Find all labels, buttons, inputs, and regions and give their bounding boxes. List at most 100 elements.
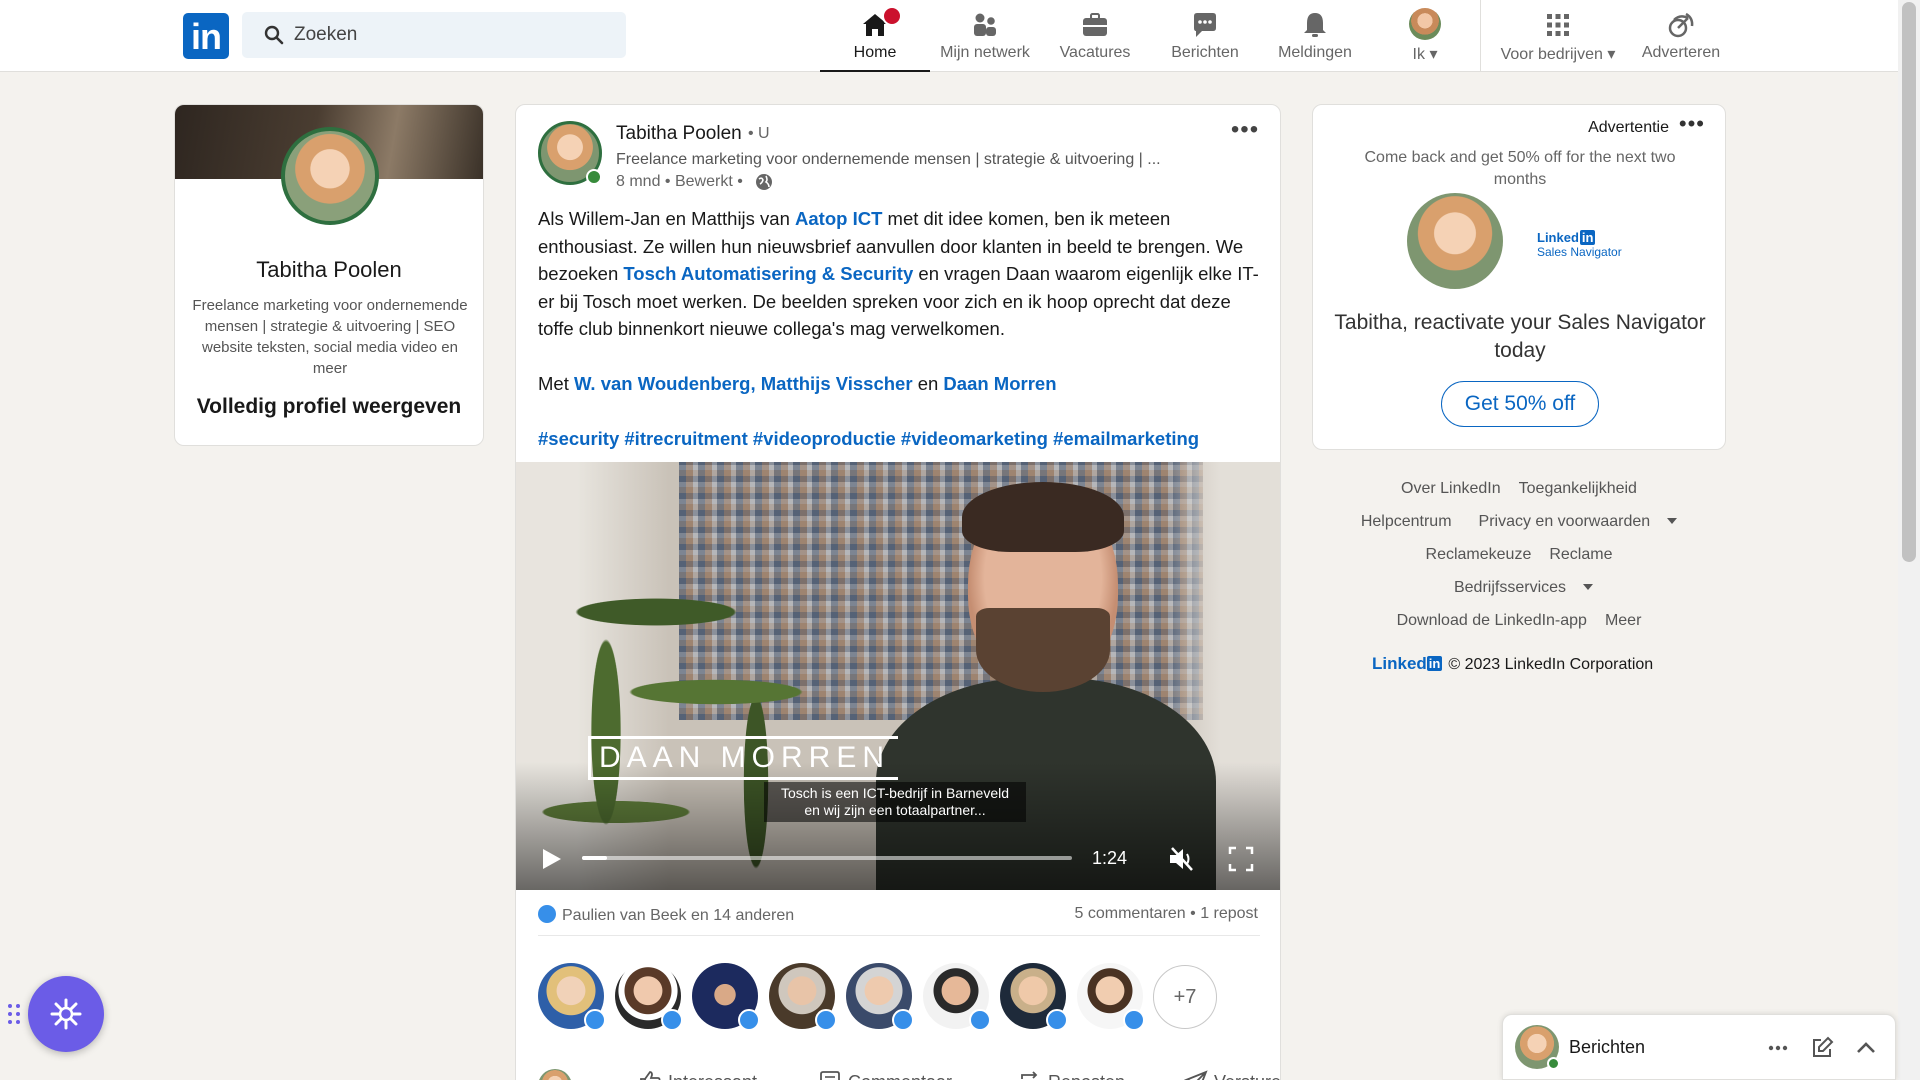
avatar	[1409, 8, 1441, 40]
nav-for-business[interactable]: Voor bedrijven ▾	[1490, 0, 1626, 72]
like-badge-icon	[815, 1009, 837, 1031]
liker-avatar[interactable]	[538, 963, 606, 1031]
chevron-down-icon: ▾	[1607, 46, 1616, 63]
repost-icon	[1021, 1071, 1038, 1079]
globe-icon	[756, 174, 772, 190]
video-seek-bar[interactable]	[582, 856, 1072, 860]
footer-link[interactable]: Over LinkedIn	[1401, 480, 1501, 497]
footer-row: Bedrijfsservices	[1312, 571, 1726, 604]
footer-link[interactable]: Download de LinkedIn-app	[1397, 612, 1587, 629]
more-likers-button[interactable]: +7	[1153, 965, 1217, 1029]
nav-me-label: Ik ▾	[1412, 46, 1438, 63]
send-button-label: Versturen	[1214, 1072, 1280, 1080]
messaging-panel-title[interactable]: Berichten	[1569, 1037, 1645, 1058]
footer-link-dropdown[interactable]: Bedrijfsservices	[1445, 579, 1594, 596]
mention-tosch[interactable]: Tosch Automatisering & Security	[623, 263, 913, 284]
video-subtitle-line: en wij zijn een totaalpartner...	[804, 802, 986, 818]
view-full-profile-link[interactable]: Volledig profiel weergeven	[175, 395, 483, 419]
mention-aatop-ict[interactable]: Aatop ICT	[795, 208, 882, 229]
search-input[interactable]	[294, 12, 614, 58]
ad-title: Tabitha, reactivate your Sales Navigator…	[1334, 311, 1706, 362]
assistant-button[interactable]	[28, 976, 104, 1052]
liker-avatar[interactable]	[846, 963, 914, 1031]
send-button[interactable]: Versturen	[1184, 1069, 1280, 1080]
nav-messaging[interactable]: Berichten	[1150, 0, 1260, 72]
scrollbar-thumb[interactable]	[1902, 2, 1916, 562]
profile-name[interactable]: Tabitha Poolen	[175, 257, 483, 283]
search-icon	[264, 25, 284, 45]
sales-navigator-logo: Linked in Sales Navigator	[1537, 230, 1622, 259]
footer-row: Download de LinkedIn-app Meer	[1312, 604, 1726, 637]
footer-row: Reclamekeuze Reclame	[1312, 538, 1726, 571]
post-video-player[interactable]: DAAN MORREN Tosch is een ICT-bedrijf in …	[516, 462, 1280, 890]
search-box[interactable]	[242, 12, 626, 58]
like-button-label: Interessant	[668, 1072, 757, 1080]
liker-avatar[interactable]	[692, 963, 760, 1031]
footer-link[interactable]: Reclame	[1549, 546, 1612, 563]
nav-me[interactable]: Ik ▾	[1370, 0, 1480, 72]
mention-w-van-woudenberg[interactable]: W. van Woudenberg	[574, 373, 750, 394]
like-badge-icon	[1046, 1009, 1068, 1031]
post-body: Als Willem-Jan en Matthijs van Aatop ICT…	[538, 205, 1268, 453]
post-author-headline: Freelance marketing voor ondernemende me…	[616, 151, 1161, 168]
nav-my-network[interactable]: Mijn netwerk	[930, 0, 1040, 72]
page-scrollbar[interactable]	[1898, 0, 1920, 1080]
footer-link[interactable]: Helpcentrum	[1361, 513, 1452, 530]
nav-advertise[interactable]: Adverteren	[1626, 0, 1736, 72]
footer-row: Helpcentrum Privacy en voorwaarden	[1312, 505, 1726, 538]
footer-link[interactable]: Toegankelijkheid	[1519, 480, 1637, 497]
compose-icon[interactable]	[1809, 1035, 1835, 1061]
footer-links: Over LinkedIn Toegankelijkheid Helpcentru…	[1312, 472, 1726, 637]
like-button[interactable]: Interessant	[638, 1069, 757, 1080]
network-icon	[974, 13, 996, 36]
ad-cta-button[interactable]: Get 50% off	[1441, 381, 1599, 427]
reactions-summary[interactable]: Paulien van Beek en 14 anderen	[538, 905, 794, 925]
linkedin-logo[interactable]: in	[183, 13, 229, 59]
liker-avatar[interactable]	[1000, 963, 1068, 1031]
messaging-panel[interactable]: Berichten	[1502, 1014, 1896, 1080]
ad-options-button[interactable]: •••	[1679, 111, 1705, 137]
liker-avatar[interactable]	[615, 963, 683, 1031]
video-name-overlay: DAAN MORREN	[588, 736, 899, 780]
avatar	[538, 1069, 572, 1080]
reactions-text: Paulien van Beek en 14 anderen	[562, 907, 795, 924]
mute-icon[interactable]	[1166, 844, 1196, 874]
post-text-segment: Met	[538, 373, 574, 394]
online-status-indicator	[1547, 1057, 1560, 1070]
chevron-up-icon[interactable]	[1853, 1035, 1879, 1061]
profile-card: Tabitha Poolen Freelance marketing voor …	[174, 104, 484, 446]
reaction-avatar-selector[interactable]: ▾	[538, 1069, 586, 1080]
repost-button-label: Reposten	[1048, 1072, 1125, 1080]
mention-matthijs-visscher[interactable]: Matthijs Visscher	[761, 373, 913, 394]
post-options-button[interactable]: •••	[1228, 118, 1262, 153]
nav-notifications[interactable]: Meldingen	[1260, 0, 1370, 72]
send-icon	[1184, 1070, 1208, 1080]
drag-handle-icon[interactable]	[6, 1002, 22, 1026]
linkedin-wordmark-text: Linked	[1372, 654, 1427, 673]
nav-jobs[interactable]: Vacatures	[1040, 0, 1150, 72]
liker-avatar[interactable]	[923, 963, 991, 1031]
mention-daan-morren[interactable]: Daan Morren	[943, 373, 1056, 394]
footer-link[interactable]: Meer	[1605, 612, 1641, 629]
post-paragraph: Met W. van Woudenberg, Matthijs Visscher…	[538, 370, 1268, 398]
repost-button[interactable]: Reposten	[1018, 1069, 1125, 1080]
liker-avatar[interactable]	[769, 963, 837, 1031]
like-badge-icon	[738, 1009, 760, 1031]
more-icon[interactable]	[1765, 1035, 1791, 1061]
footer-link[interactable]: Reclamekeuze	[1426, 546, 1532, 563]
profile-avatar[interactable]	[281, 127, 379, 225]
footer-link-dropdown[interactable]: Privacy en voorwaarden	[1470, 513, 1678, 530]
feed-post: Tabitha Poolen • U Freelance marketing v…	[515, 104, 1281, 1080]
nav-home[interactable]: Home	[820, 0, 930, 72]
post-text-segment: Als Willem-Jan en Matthijs van	[538, 208, 796, 229]
liker-avatar[interactable]	[1077, 963, 1145, 1031]
post-hashtags[interactable]: #security #itrecruitment #videoproductie…	[538, 425, 1268, 453]
copyright-text: © 2023 LinkedIn Corporation	[1448, 656, 1654, 673]
post-author-name[interactable]: Tabitha Poolen	[616, 123, 742, 145]
post-author-relation: • U	[748, 125, 770, 142]
comments-reposts-count[interactable]: 5 commentaren • 1 repost	[1075, 905, 1258, 923]
play-icon[interactable]	[538, 846, 564, 872]
comment-button[interactable]: Commentaar	[818, 1069, 952, 1080]
footer-link-label: Privacy en voorwaarden	[1478, 513, 1651, 530]
fullscreen-icon[interactable]	[1228, 846, 1254, 872]
